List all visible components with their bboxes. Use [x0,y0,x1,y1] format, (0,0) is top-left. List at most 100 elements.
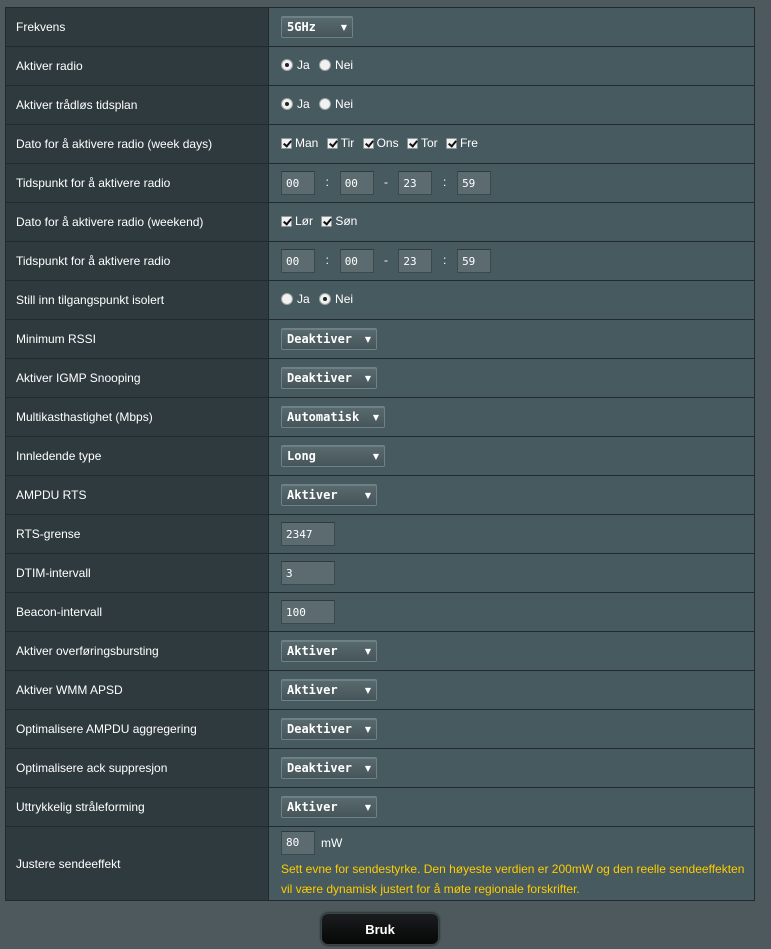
enable-radio-label: Aktiver radio [5,46,269,86]
row-ack-suppression: Optimalisere ack suppresjon Deaktiver ▼ [5,748,755,788]
preamble-select[interactable]: Long ▼ [281,445,385,467]
ap-isolated-yes[interactable]: Ja [281,292,310,306]
colon-separator: : [443,253,447,268]
chevron-down-icon: ▼ [372,451,379,461]
enable-radio-yes[interactable]: Ja [281,58,310,72]
radio-unselected-icon[interactable] [281,293,293,305]
row-frequency: Frekvens 5GHz ▼ [5,7,755,47]
frequency-label: Frekvens [5,7,269,47]
chevron-down-icon: ▼ [364,685,371,695]
wireless-schedule-no[interactable]: Nei [319,97,353,111]
row-min-rssi: Minimum RSSI Deaktiver ▼ [5,319,755,359]
preamble-label: Innledende type [5,436,269,476]
beacon-label: Beacon-intervall [5,592,269,632]
weekend-end-hour-input[interactable] [398,249,433,273]
row-ampdu-rts: AMPDU RTS Aktiver ▼ [5,475,755,515]
ampdu-aggregation-select[interactable]: Deaktiver ▼ [281,718,377,740]
weekday-start-minute-input[interactable] [339,171,374,195]
rts-threshold-label: RTS-grense [5,514,269,554]
weekday-start-hour-input[interactable] [281,171,315,195]
chevron-down-icon: ▼ [340,22,347,32]
colon-separator: : [325,175,330,190]
dtim-input[interactable] [281,561,335,585]
weekend-end-minute-input[interactable] [457,249,492,273]
checkbox-checked-icon[interactable] [281,215,292,227]
chevron-down-icon: ▼ [364,802,371,812]
igmp-snooping-label: Aktiver IGMP Snooping [5,358,269,398]
tx-power-unit: mW [321,835,343,850]
checkbox-sun[interactable]: Søn [321,214,357,228]
colon-separator: : [325,253,330,268]
radio-selected-icon[interactable] [281,98,293,110]
tx-power-input[interactable] [281,830,315,855]
frequency-select[interactable]: 5GHz ▼ [281,16,353,38]
multicast-rate-select[interactable]: Automatisk ▼ [281,406,385,428]
row-ap-isolated: Still inn tilgangspunkt isolert Ja Nei [5,280,755,320]
chevron-down-icon: ▼ [364,490,371,500]
wmm-apsd-label: Aktiver WMM APSD [5,670,269,710]
checkbox-checked-icon[interactable] [445,137,457,149]
row-preamble: Innledende type Long ▼ [5,436,755,476]
colon-separator: : [443,175,447,190]
ack-suppression-label: Optimalisere ack suppresjon [5,748,269,788]
ap-isolated-no[interactable]: Nei [319,292,353,306]
enable-radio-no[interactable]: Nei [319,58,353,72]
checkbox-mon[interactable]: Man [281,136,318,150]
checkbox-checked-icon[interactable] [406,137,418,149]
weekend-start-hour-input[interactable] [281,249,315,273]
checkbox-fri[interactable]: Fre [445,136,478,150]
checkbox-wed[interactable]: Ons [362,136,399,150]
row-igmp-snooping: Aktiver IGMP Snooping Deaktiver ▼ [5,358,755,398]
chevron-down-icon: ▼ [364,334,371,344]
row-weekdays: Dato for å aktivere radio (week days) Ma… [5,124,755,164]
row-multicast-rate: Multikasthastighet (Mbps) Automatisk ▼ [5,397,755,437]
radio-unselected-icon[interactable] [319,98,332,110]
min-rssi-select[interactable]: Deaktiver ▼ [281,328,377,350]
row-tx-bursting: Aktiver overføringsbursting Aktiver ▼ [5,631,755,671]
chevron-down-icon: ▼ [364,724,371,734]
dtim-label: DTIM-intervall [5,553,269,593]
tx-bursting-select[interactable]: Aktiver ▼ [281,640,377,662]
checkbox-thu[interactable]: Tor [406,136,438,150]
weekend-start-minute-input[interactable] [339,249,374,273]
row-weekend-time: Tidspunkt for å aktivere radio : - : [5,241,755,281]
checkbox-checked-icon[interactable] [326,137,338,149]
row-weekday-time: Tidspunkt for å aktivere radio : - : [5,163,755,203]
tx-power-note: Sett evne for sendestyrke. Den høyeste v… [281,861,745,896]
beamforming-select[interactable]: Aktiver ▼ [281,796,377,818]
row-wmm-apsd: Aktiver WMM APSD Aktiver ▼ [5,670,755,710]
wireless-schedule-yes[interactable]: Ja [281,97,310,111]
row-dtim: DTIM-intervall [5,553,755,593]
multicast-rate-label: Multikasthastighet (Mbps) [5,397,269,437]
checkbox-checked-icon[interactable] [281,137,292,149]
checkbox-checked-icon[interactable] [321,215,333,227]
chevron-down-icon: ▼ [364,373,371,383]
tx-power-label: Justere sendeeffekt [5,826,269,901]
ack-suppression-select[interactable]: Deaktiver ▼ [281,757,377,779]
chevron-down-icon: ▼ [364,646,371,656]
checkbox-tue[interactable]: Tir [326,136,354,150]
checkbox-sat[interactable]: Lør [281,214,313,228]
wmm-apsd-select[interactable]: Aktiver ▼ [281,679,377,701]
ap-isolated-label: Still inn tilgangspunkt isolert [5,280,269,320]
ampdu-aggregation-label: Optimalisere AMPDU aggregering [5,709,269,749]
apply-button[interactable]: Bruk [321,913,439,945]
igmp-snooping-select[interactable]: Deaktiver ▼ [281,367,377,389]
ampdu-rts-select[interactable]: Aktiver ▼ [281,484,377,506]
row-wireless-schedule: Aktiver trådløs tidsplan Ja Nei [5,85,755,125]
radio-selected-icon[interactable] [319,293,332,305]
row-enable-radio: Aktiver radio Ja Nei [5,46,755,86]
beamforming-label: Uttrykkelig stråleforming [5,787,269,827]
wireless-professional-settings-table: Frekvens 5GHz ▼ Aktiver radio Ja Nei Akt… [5,7,755,901]
weekday-end-minute-input[interactable] [457,171,492,195]
radio-unselected-icon[interactable] [319,59,332,71]
row-ampdu-aggregation: Optimalisere AMPDU aggregering Deaktiver… [5,709,755,749]
radio-selected-icon[interactable] [281,59,293,71]
beacon-input[interactable] [281,600,335,624]
weekday-end-hour-input[interactable] [398,171,433,195]
weekend-time-label: Tidspunkt for å aktivere radio [5,241,269,281]
rts-threshold-input[interactable] [281,522,335,546]
min-rssi-label: Minimum RSSI [5,319,269,359]
row-beamforming: Uttrykkelig stråleforming Aktiver ▼ [5,787,755,827]
checkbox-checked-icon[interactable] [362,137,374,149]
